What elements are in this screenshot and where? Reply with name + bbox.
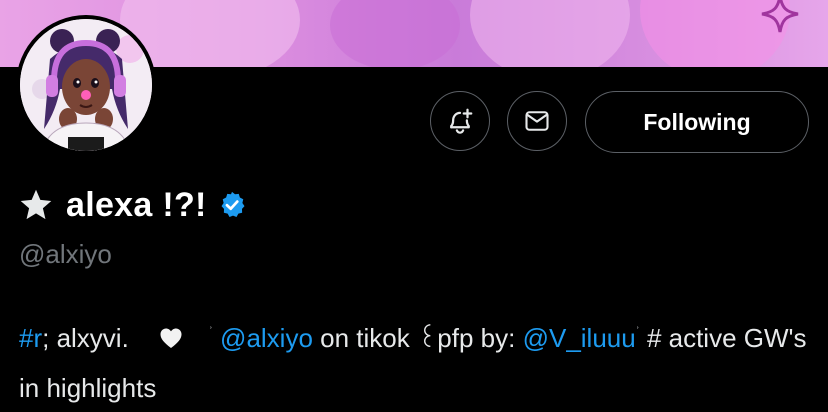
bio-sparkle-glyph: ʾ	[208, 324, 213, 338]
profile-name-row: alexa !?!	[18, 183, 247, 227]
notifications-button[interactable]	[430, 91, 490, 151]
heart-icon	[159, 316, 183, 364]
following-button[interactable]: Following	[585, 91, 809, 153]
star-icon	[20, 189, 52, 220]
bio-hashtag-link[interactable]: #r	[19, 323, 42, 353]
bio-text: pfp by:	[437, 323, 523, 353]
avatar-image	[20, 19, 152, 151]
profile-handle: @alxiyo	[19, 239, 112, 269]
bio-mention-v-iluuu[interactable]: @V_iluuu	[523, 323, 636, 353]
verified-badge-icon[interactable]	[217, 190, 247, 220]
bio-text: ; alxyvi.	[42, 323, 129, 353]
bell-plus-icon	[450, 108, 473, 134]
message-button[interactable]	[507, 91, 567, 151]
envelope-icon	[525, 111, 549, 131]
profile-bio: #r; alxyvi. ʾ @alxiyo on tikok ꒰pfp by: @…	[19, 307, 809, 412]
bio-mention-alxiyo[interactable]: @alxiyo	[220, 323, 313, 353]
display-name: alexa !?!	[66, 185, 207, 224]
bio-glyph: ꒰	[416, 323, 438, 353]
avatar[interactable]	[16, 15, 156, 155]
bio-text: on tikok	[312, 323, 417, 353]
sparkle-decoration-icon	[761, 0, 799, 33]
